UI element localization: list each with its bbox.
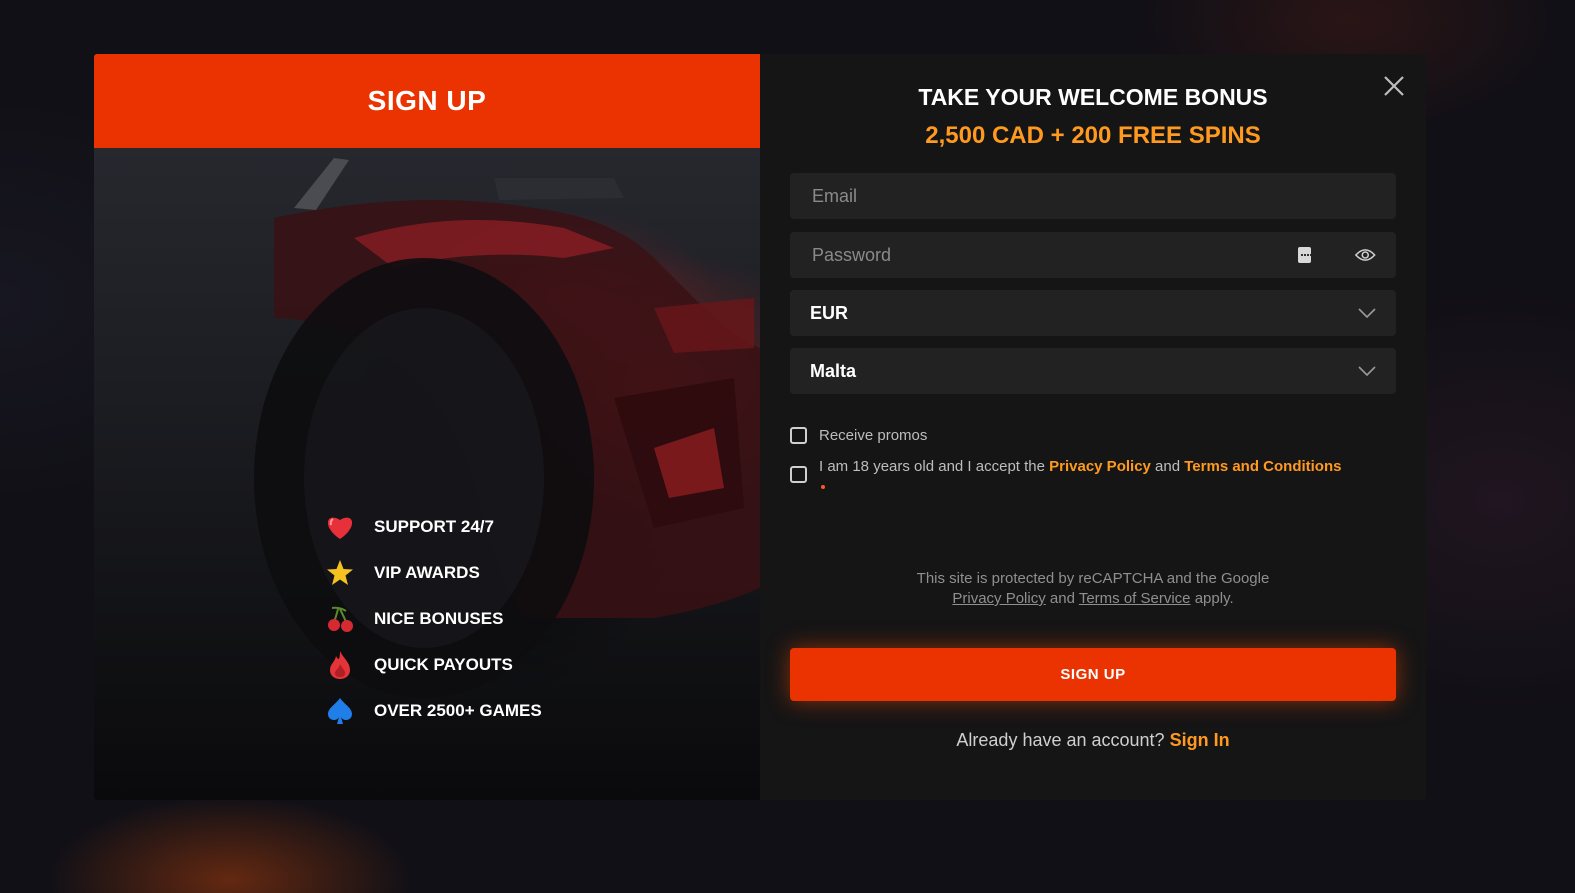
terms-label: I am 18 years old and I accept the Priva… (819, 457, 1341, 497)
password-field[interactable] (790, 232, 1396, 278)
feature-item: VIP AWARDS (324, 550, 542, 596)
currency-select[interactable]: EUR (790, 290, 1396, 336)
signup-form-panel: TAKE YOUR WELCOME BONUS 2,500 CAD + 200 … (760, 54, 1426, 800)
promos-option: Receive promos (790, 426, 927, 446)
feature-label: QUICK PAYOUTS (374, 655, 513, 674)
required-indicator (821, 485, 825, 490)
bonus-amount: 2,500 CAD + 200 FREE SPINS (925, 122, 1261, 149)
welcome-title: TAKE YOUR WELCOME BONUS (918, 84, 1268, 110)
promos-checkbox[interactable] (790, 427, 807, 444)
recaptcha-suffix: apply. (1194, 590, 1234, 607)
sign-in-link[interactable]: Sign In (1170, 730, 1230, 750)
signup-modal: SIGN UP SUPPORT 24/7 VIP AWARDS NICE BON… (94, 54, 1426, 800)
sign-up-button[interactable]: SIGN UP (790, 648, 1396, 701)
promo-panel: SIGN UP SUPPORT 24/7 VIP AWARDS NICE BON… (94, 54, 760, 800)
feature-item: SUPPORT 24/7 (324, 504, 542, 550)
promos-label: Receive promos (819, 427, 928, 444)
country-select[interactable]: Malta (790, 348, 1396, 394)
google-tos-link[interactable]: Terms of Service (1079, 590, 1191, 607)
spade-icon (324, 695, 356, 727)
feature-item: QUICK PAYOUTS (324, 642, 542, 688)
country-value: Malta (810, 360, 857, 381)
terms-conditions-link[interactable]: Terms and Conditions (1184, 458, 1341, 475)
terms-and: and (1155, 458, 1181, 475)
email-field[interactable] (790, 173, 1396, 219)
password-input[interactable] (810, 243, 1298, 267)
currency-value: EUR (810, 302, 849, 323)
password-manager-icon[interactable] (1297, 247, 1312, 263)
feature-label: NICE BONUSES (374, 609, 504, 628)
terms-prefix: I am 18 years old and I accept the (819, 458, 1045, 475)
signin-prompt: Already have an account? Sign In (790, 730, 1396, 751)
terms-checkbox[interactable] (790, 466, 807, 483)
chevron-down-icon (1358, 366, 1376, 376)
features-list: SUPPORT 24/7 VIP AWARDS NICE BONUSES QUI… (324, 504, 542, 734)
feature-item: NICE BONUSES (324, 596, 542, 642)
feature-label: SUPPORT 24/7 (374, 517, 494, 536)
chevron-down-icon (1358, 308, 1376, 318)
recaptcha-and: and (1049, 590, 1075, 607)
heart-icon (324, 511, 356, 543)
privacy-policy-link[interactable]: Privacy Policy (1049, 458, 1151, 475)
star-icon (324, 557, 356, 589)
email-input[interactable] (810, 184, 1376, 208)
recaptcha-notice: This site is protected by reCAPTCHA and … (790, 569, 1396, 609)
recaptcha-text: This site is protected by reCAPTCHA and … (916, 570, 1270, 587)
feature-item: OVER 2500+ GAMES (324, 688, 542, 734)
signin-text: Already have an account? (956, 730, 1165, 750)
feature-label: OVER 2500+ GAMES (374, 701, 542, 720)
eye-icon[interactable] (1355, 246, 1376, 264)
terms-option: I am 18 years old and I accept the Priva… (790, 457, 1400, 497)
signup-header: SIGN UP (94, 54, 760, 148)
feature-label: VIP AWARDS (374, 563, 480, 582)
cherries-icon (324, 603, 356, 635)
fire-icon (324, 649, 356, 681)
google-privacy-link[interactable]: Privacy Policy (952, 590, 1045, 607)
